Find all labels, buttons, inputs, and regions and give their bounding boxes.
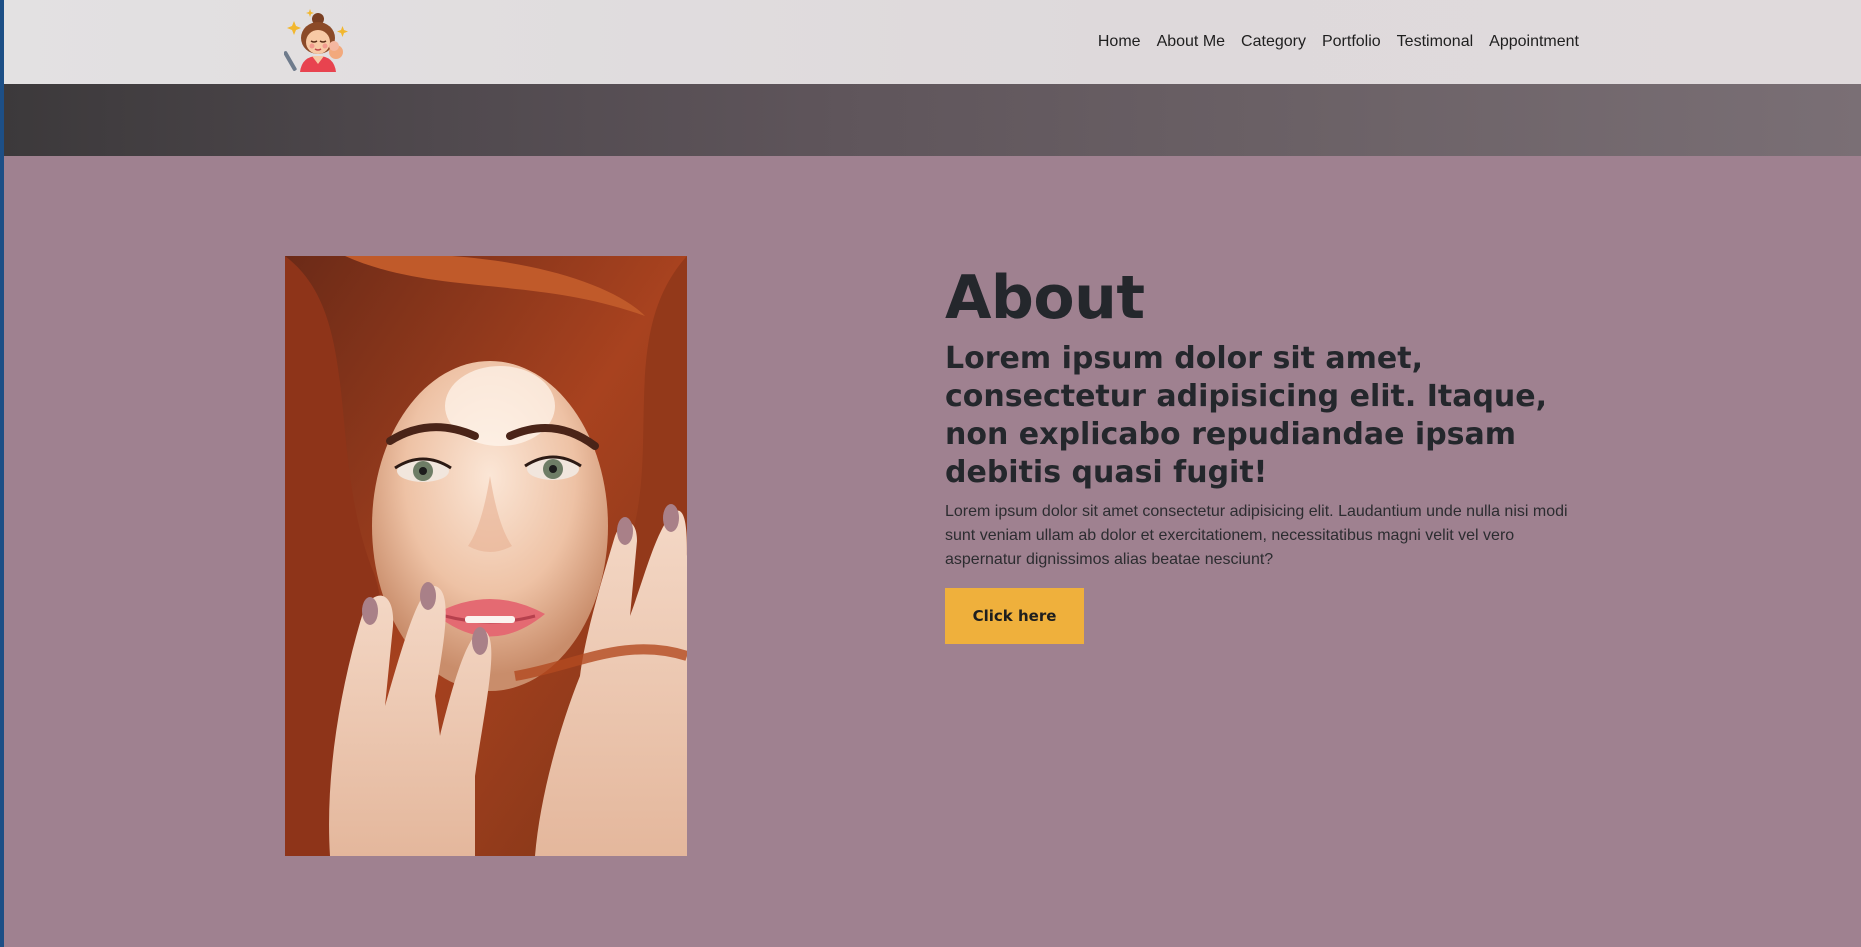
portrait-photo: [285, 256, 687, 856]
hero-banner-strip: [4, 84, 1861, 156]
about-section: About Lorem ipsum dolor sit amet, consec…: [4, 156, 1861, 947]
nav-category[interactable]: Category: [1241, 33, 1306, 51]
about-subtitle: Lorem ipsum dolor sit amet, consectetur …: [945, 341, 1548, 490]
nav-appointment[interactable]: Appointment: [1489, 33, 1579, 51]
nav-testimonial[interactable]: Testimonal: [1397, 33, 1473, 51]
click-here-button[interactable]: Click here: [945, 588, 1084, 644]
about-title: About: [945, 263, 1145, 333]
nav-about-me[interactable]: About Me: [1157, 33, 1225, 51]
main-nav: Home About Me Category Portfolio Testimo…: [1098, 0, 1579, 84]
makeup-artist-logo-icon[interactable]: [283, 8, 354, 72]
about-paragraph: Lorem ipsum dolor sit amet consectetur a…: [945, 503, 1568, 568]
navbar: Home About Me Category Portfolio Testimo…: [4, 0, 1861, 84]
about-content: About Lorem ipsum dolor sit amet, consec…: [945, 262, 1585, 644]
nav-home[interactable]: Home: [1098, 33, 1141, 51]
nav-portfolio[interactable]: Portfolio: [1322, 33, 1381, 51]
